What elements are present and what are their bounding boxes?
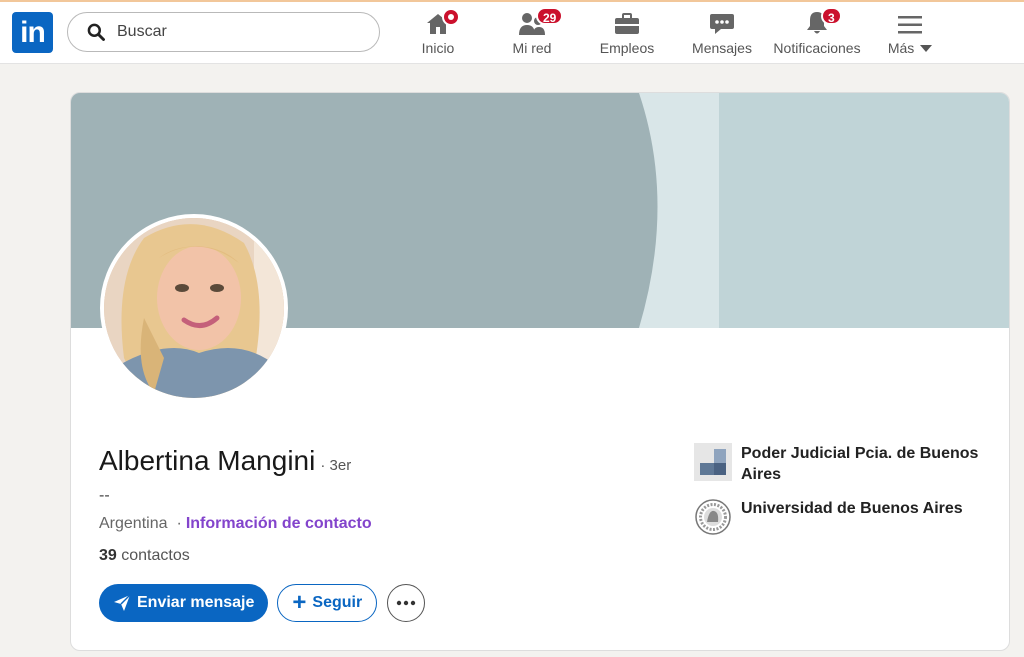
- nav-item-inicio[interactable]: Inicio: [412, 8, 464, 60]
- chat-icon: [710, 14, 734, 34]
- nav-label-empleos: Empleos: [599, 40, 655, 56]
- company-logo-icon: [694, 443, 732, 481]
- send-icon: [114, 594, 131, 611]
- nav-label-mensajes: Mensajes: [692, 40, 752, 56]
- nav-item-notificaciones[interactable]: 3 Notificaciones: [771, 7, 863, 60]
- nav-label-mi-red: Mi red: [512, 40, 552, 56]
- nav-item-mi-red[interactable]: 29 Mi red: [507, 7, 564, 60]
- current-company[interactable]: Poder Judicial Pcia. de Buenos Aires: [694, 443, 981, 485]
- education-school[interactable]: Universidad de Buenos Aires: [694, 498, 981, 536]
- notification-dot-badge: [442, 8, 460, 26]
- profile-location: Argentina: [99, 515, 168, 532]
- count-badge: 3: [821, 7, 842, 25]
- nav-label-mas-wrap: Más: [886, 40, 934, 56]
- count-badge: 29: [536, 7, 564, 25]
- more-dots-icon: [397, 600, 416, 606]
- search-icon: [87, 23, 105, 41]
- connections-label: contactos: [121, 547, 190, 564]
- nav-label-mas: Más: [887, 40, 915, 56]
- contact-info-link[interactable]: Información de contacto: [186, 515, 372, 532]
- caret-down-icon: [920, 45, 933, 52]
- nav-item-mensajes[interactable]: Mensajes: [691, 8, 753, 60]
- nav-item-empleos[interactable]: Empleos: [598, 8, 656, 60]
- linkedin-logo[interactable]: in: [12, 12, 53, 53]
- university-seal-icon: [695, 499, 731, 535]
- profile-actions: Enviar mensaje + Seguir: [99, 584, 426, 622]
- follow-button[interactable]: + Seguir: [277, 584, 378, 622]
- profile-name: Albertina Mangini: [99, 445, 316, 476]
- separator-dot: ·: [176, 515, 182, 532]
- connections-number: 39: [99, 547, 117, 564]
- follow-label: Seguir: [312, 594, 363, 611]
- nav-label-notificaciones: Notificaciones: [773, 40, 861, 56]
- nav-label-inicio: Inicio: [421, 40, 455, 56]
- profile-card: Albertina Mangini · 3er -- Argentina · Inf…: [70, 92, 1010, 651]
- search-bar[interactable]: [67, 12, 380, 52]
- menu-icon: [898, 16, 922, 34]
- search-input[interactable]: [115, 22, 359, 42]
- name-row: Albertina Mangini · 3er: [99, 445, 351, 477]
- send-message-label: Enviar mensaje: [137, 594, 255, 611]
- global-nav: in Inicio 29 Mi red: [0, 2, 1024, 64]
- briefcase-icon: [615, 13, 639, 34]
- connection-degree: · 3er: [320, 457, 352, 474]
- school-name: Universidad de Buenos Aires: [741, 500, 963, 517]
- profile-photo-image: [104, 218, 284, 398]
- connections-count[interactable]: 39 contactos: [99, 547, 190, 565]
- profile-headline: --: [99, 487, 110, 504]
- company-name: Poder Judicial Pcia. de Buenos Aires: [741, 445, 979, 483]
- plus-icon: +: [292, 589, 307, 616]
- nav-item-mas[interactable]: Más: [886, 8, 934, 60]
- profile-photo[interactable]: [100, 214, 288, 402]
- more-actions-button[interactable]: [387, 584, 426, 622]
- location-row: Argentina · Información de contacto: [99, 515, 372, 533]
- send-message-button[interactable]: Enviar mensaje: [99, 584, 269, 622]
